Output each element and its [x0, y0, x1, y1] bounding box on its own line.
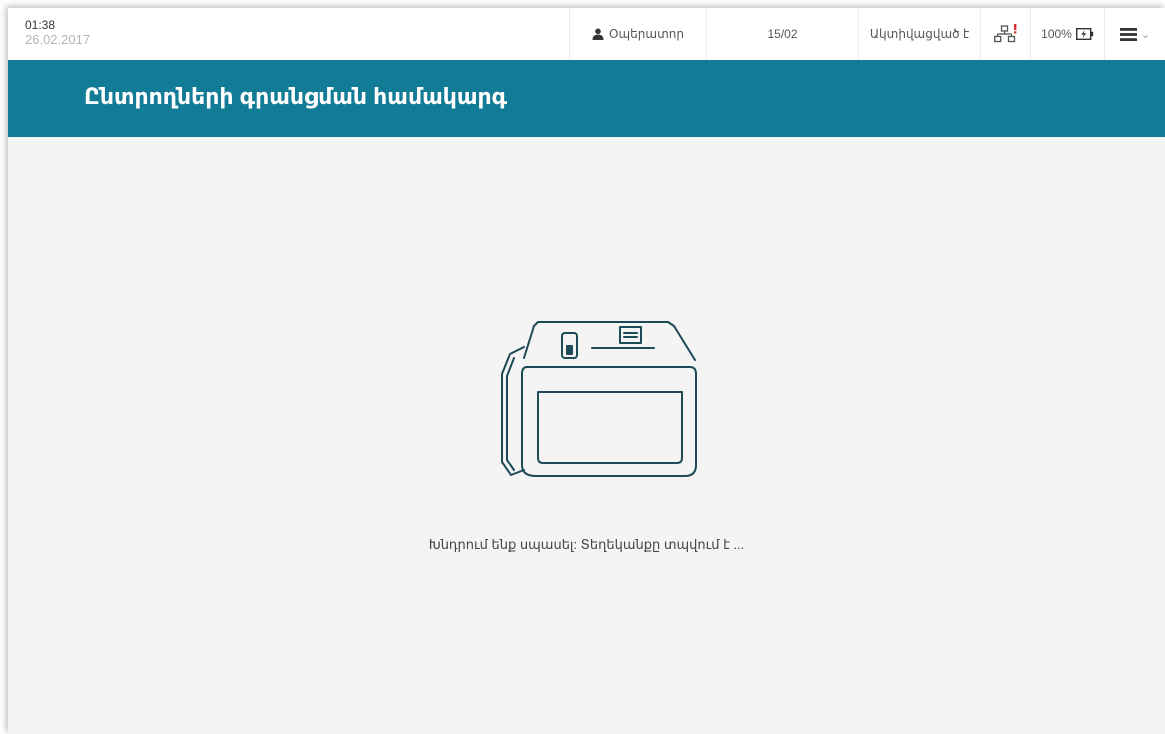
- operator-label: Օպերատոր: [609, 27, 684, 41]
- page-title: Ընտրողների գրանցման համակարգ: [84, 84, 508, 109]
- battery-status: 100%: [1030, 8, 1104, 60]
- battery-charging-icon: [1075, 28, 1094, 40]
- clock-date: 26.02.2017: [25, 32, 91, 47]
- counter-value: 15/02: [767, 27, 798, 41]
- network-status[interactable]: [980, 8, 1030, 60]
- clock-time: 01:38: [25, 18, 56, 32]
- user-icon: [592, 28, 604, 40]
- status-message: Խնդրում ենք սպասել: Տեղեկանքը տպվում է .…: [428, 537, 745, 552]
- status-bar: 01:38 26.02.2017 Օպերատոր 15/02 Ակտիվացվ…: [8, 8, 1165, 61]
- app-window: 01:38 26.02.2017 Օպերատոր 15/02 Ակտիվացվ…: [8, 8, 1165, 734]
- chevron-down-icon: ⌄: [1140, 28, 1151, 41]
- clock: 01:38 26.02.2017: [25, 18, 90, 48]
- battery-label: 100%: [1041, 27, 1072, 41]
- app-header: Ընտրողների գրանցման համակարգ: [8, 60, 1165, 137]
- activation-status: Ակտիվացված է: [858, 8, 980, 60]
- menu-button[interactable]: ⌄: [1104, 8, 1165, 60]
- registration-device-icon: [484, 312, 716, 493]
- activation-status-label: Ակտիվացված է: [869, 27, 970, 41]
- operator-button[interactable]: Օպերատոր: [569, 8, 706, 60]
- hamburger-menu-icon: [1119, 27, 1137, 41]
- network-alert-icon: [993, 24, 1016, 43]
- counter: 15/02: [706, 8, 858, 60]
